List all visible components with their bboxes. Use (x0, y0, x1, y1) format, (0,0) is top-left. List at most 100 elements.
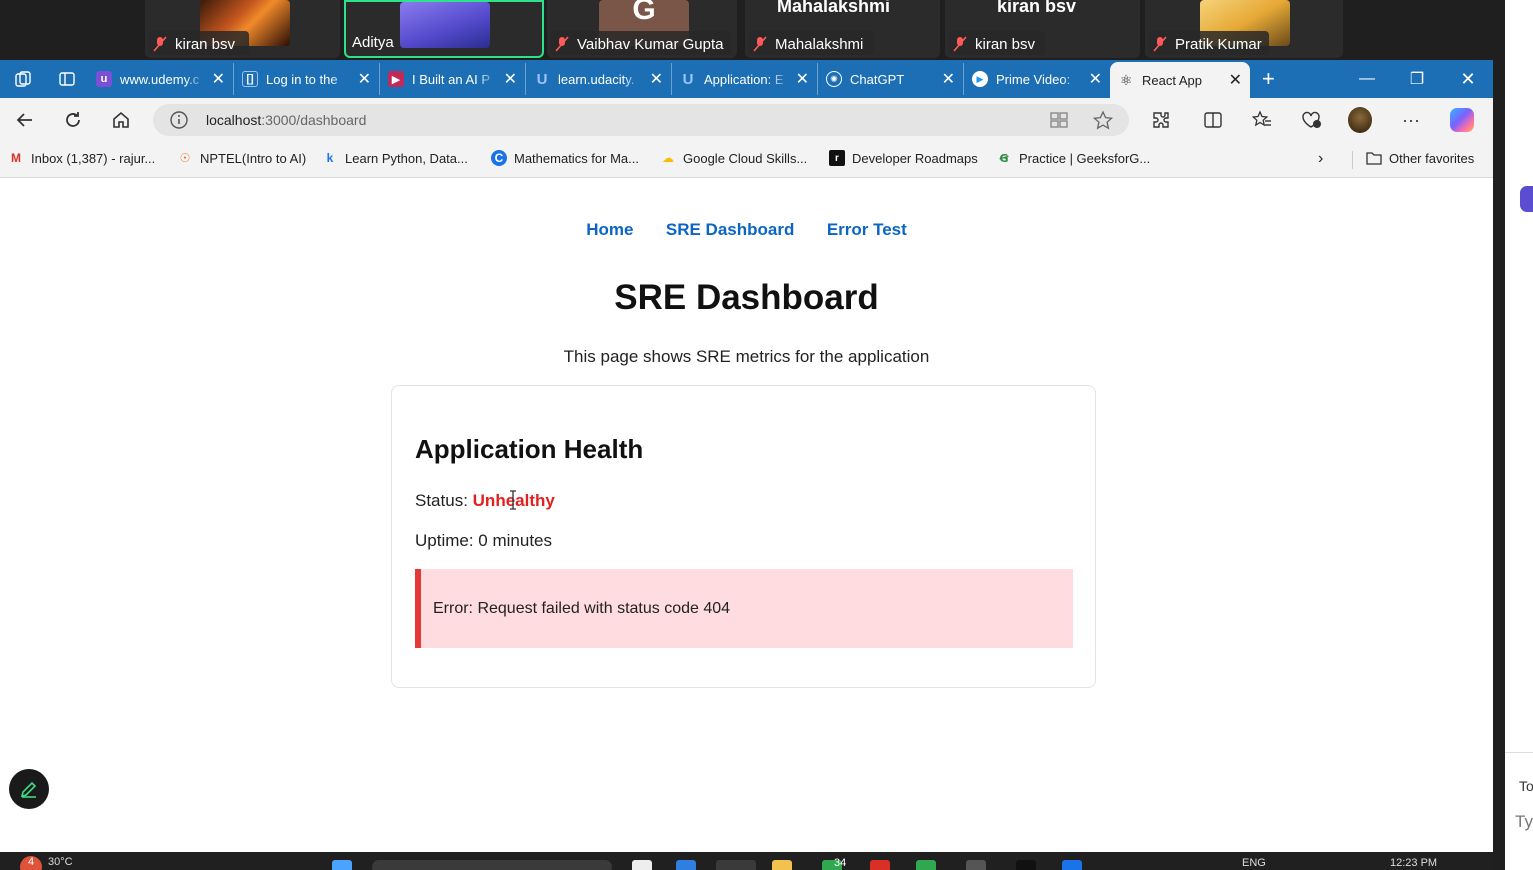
start-icon[interactable] (332, 860, 352, 870)
participant-name: kiran bsv (975, 36, 1036, 53)
participant-tile[interactable]: Mahalakshmi Mahalakshmi (745, 0, 940, 58)
close-tab-icon[interactable]: ✕ (942, 69, 955, 89)
app-nav: Home SRE Dashboard Error Test (0, 220, 1493, 240)
side-panel-input[interactable]: Ty (1515, 812, 1533, 832)
split-screen-icon[interactable] (1201, 108, 1225, 132)
copilot-icon[interactable] (1450, 108, 1474, 132)
tab[interactable]: ▶ I Built an AI P ✕ (380, 63, 526, 95)
bookmarks-bar: M Inbox (1,387) - rajur... ☉ NPTEL(Intro t… (0, 142, 1493, 178)
taskbar-app-icon[interactable] (632, 860, 652, 870)
mic-off-icon (555, 36, 569, 52)
refresh-button[interactable] (58, 106, 88, 134)
participant-tile-active[interactable]: Aditya (344, 0, 544, 58)
screen: kiran bsv Aditya G Vaibhav Kumar Gupta M… (0, 0, 1533, 870)
close-tab-icon[interactable]: ✕ (650, 69, 663, 89)
udacity-icon: U (536, 70, 548, 88)
udacity-icon: U (682, 70, 694, 88)
tab-active[interactable]: ⚛ React App ✕ (1110, 62, 1250, 98)
coursera-icon: C (491, 150, 507, 166)
nav-link-error-test[interactable]: Error Test (827, 220, 907, 240)
file-explorer-icon[interactable] (772, 860, 792, 870)
meeting-participant-strip: kiran bsv Aditya G Vaibhav Kumar Gupta M… (0, 0, 1533, 60)
tab[interactable]: u www.udemy.c ✕ (88, 63, 234, 95)
new-tab-button[interactable]: + (1262, 66, 1275, 92)
taskbar: 30°C 4 34 ENG 12:23 PM (0, 852, 1493, 870)
taskbar-app-icon[interactable] (676, 860, 696, 870)
participant-name: Mahalakshmi (775, 36, 864, 53)
taskbar-edge-icon[interactable] (716, 860, 756, 870)
clock[interactable]: 12:23 PM (1390, 857, 1437, 869)
language-indicator[interactable]: ENG (1242, 857, 1266, 869)
close-tab-icon[interactable]: ✕ (796, 69, 809, 89)
gfg-icon: Ꞡ (999, 152, 1009, 165)
url-text[interactable]: localhost:3000/dashboard (206, 112, 366, 128)
tab[interactable]: ✺ ChatGPT ✕ (818, 63, 964, 95)
bookmark-item[interactable]: ☁ Google Cloud Skills... (660, 150, 807, 166)
taskbar-app-icon[interactable] (1016, 860, 1036, 870)
participant-label: Mahalakshmi (777, 0, 891, 16)
app-icon[interactable] (1520, 186, 1533, 212)
side-divider (1493, 60, 1505, 870)
close-tab-icon[interactable]: ✕ (358, 69, 371, 89)
folder-icon (1366, 150, 1382, 166)
close-tab-icon[interactable]: ✕ (212, 69, 225, 89)
participant-name: Aditya (352, 34, 394, 51)
participant-name: Vaibhav Kumar Gupta (577, 36, 724, 53)
more-menu-icon[interactable]: ··· (1399, 108, 1423, 132)
taskbar-app-icon[interactable] (870, 860, 890, 870)
mic-off-icon (753, 36, 767, 52)
taskbar-app-icon[interactable] (916, 860, 936, 870)
annotate-pen-button[interactable] (9, 769, 49, 809)
tab[interactable]: ▶ Prime Video: ✕ (964, 63, 1110, 95)
play-icon: ▶ (972, 71, 988, 87)
chatgpt-icon: ✺ (826, 71, 842, 87)
bookmark-item[interactable]: C Mathematics for Ma... (491, 150, 639, 166)
mic-off-icon (953, 36, 967, 52)
restore-button[interactable]: ❐ (1392, 60, 1442, 98)
search-box[interactable] (372, 860, 612, 870)
tab[interactable]: [] Log in to the ✕ (234, 63, 380, 95)
tab[interactable]: U learn.udacity. ✕ (526, 63, 672, 95)
favorites-icon[interactable] (1250, 108, 1274, 132)
bookmark-item[interactable]: r Developer Roadmaps (829, 150, 978, 166)
back-button[interactable] (10, 106, 40, 134)
bookmark-item[interactable]: Ꞡ Practice | GeeksforG... (996, 150, 1150, 166)
participant-tile[interactable]: Pratik Kumar (1145, 0, 1343, 58)
profile-avatar[interactable] (1348, 107, 1372, 133)
participant-label: kiran bsv (997, 0, 1077, 16)
participant-tile[interactable]: kiran bsv kiran bsv (945, 0, 1140, 58)
tab-actions-icon[interactable] (52, 64, 82, 94)
close-tab-icon[interactable]: ✕ (504, 69, 517, 89)
taskbar-app-icon[interactable] (1062, 860, 1082, 870)
tab[interactable]: U Application: E ✕ (672, 63, 818, 95)
card-heading: Application Health (415, 434, 644, 464)
pen-icon (20, 781, 37, 798)
participant-tile[interactable]: kiran bsv (145, 0, 340, 58)
taskbar-app-icon[interactable] (966, 860, 986, 870)
extensions-icon[interactable] (1149, 108, 1173, 132)
other-favorites-folder[interactable]: Other favorites (1366, 150, 1474, 166)
info-icon[interactable] (169, 110, 189, 130)
participant-video (400, 2, 490, 48)
close-tab-icon[interactable]: ✕ (1229, 70, 1242, 90)
browser-toolbar: localhost:3000/dashboard ··· (0, 98, 1493, 142)
address-bar[interactable]: localhost:3000/dashboard (153, 104, 1129, 136)
home-button[interactable] (106, 106, 136, 134)
minimize-button[interactable]: — (1342, 60, 1392, 98)
nav-link-sre-dashboard[interactable]: SRE Dashboard (666, 220, 794, 240)
gcloud-icon: ☁ (662, 151, 674, 165)
bookmark-item[interactable]: k Learn Python, Data... (322, 150, 468, 166)
bookmark-item[interactable]: M Inbox (1,387) - rajur... (8, 150, 155, 166)
close-window-button[interactable]: ✕ (1443, 60, 1493, 98)
error-message: Error: Request failed with status code 4… (433, 600, 731, 617)
bookmark-item[interactable]: ☉ NPTEL(Intro to AI) (177, 150, 307, 166)
app-available-icon[interactable] (1048, 110, 1070, 130)
close-tab-icon[interactable]: ✕ (1089, 69, 1102, 89)
browser-essentials-icon[interactable] (1299, 108, 1323, 132)
side-panel-text: To (1519, 778, 1533, 794)
more-bookmarks-chevron-icon[interactable]: › (1318, 150, 1323, 168)
participant-tile[interactable]: G Vaibhav Kumar Gupta (547, 0, 737, 58)
nav-link-home[interactable]: Home (586, 220, 633, 240)
favorite-star-icon[interactable] (1092, 110, 1114, 130)
workspaces-icon[interactable] (8, 64, 38, 94)
